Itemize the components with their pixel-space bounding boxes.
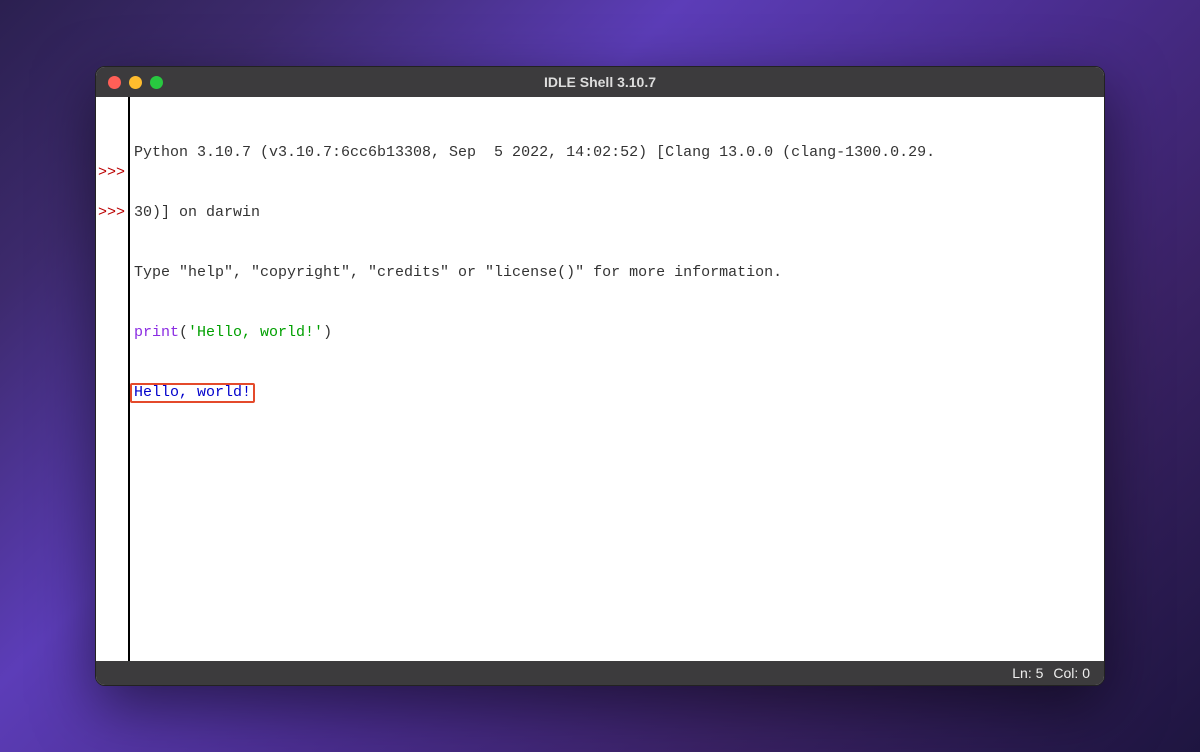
annotation-highlight: Hello, world! (130, 383, 255, 403)
col-indicator: Col: 0 (1053, 665, 1090, 681)
minimize-icon[interactable] (129, 76, 142, 89)
shell-content[interactable]: >>> >>> Python 3.10.7 (v3.10.7:6cc6b1330… (96, 97, 1104, 661)
shell-text-area[interactable]: Python 3.10.7 (v3.10.7:6cc6b13308, Sep 5… (130, 97, 1104, 661)
line-indicator: Ln: 5 (1012, 665, 1043, 681)
cursor-line[interactable] (134, 443, 1100, 463)
statusbar: Ln: 5 Col: 0 (96, 661, 1104, 685)
banner-line: Type "help", "copyright", "credits" or "… (134, 263, 1100, 283)
window-title: IDLE Shell 3.10.7 (96, 74, 1104, 90)
prompt-gutter: >>> >>> (96, 97, 130, 661)
banner-line: 30)] on darwin (134, 203, 1100, 223)
stdout-output: Hello, world! (134, 385, 251, 401)
traffic-lights (96, 76, 163, 89)
titlebar[interactable]: IDLE Shell 3.10.7 (96, 67, 1104, 97)
banner-line: Python 3.10.7 (v3.10.7:6cc6b13308, Sep 5… (134, 143, 1100, 163)
maximize-icon[interactable] (150, 76, 163, 89)
input-line: print('Hello, world!') (134, 323, 1100, 343)
prompt-marker: >>> (96, 203, 128, 223)
close-icon[interactable] (108, 76, 121, 89)
idle-window: IDLE Shell 3.10.7 >>> >>> Python 3.10.7 … (95, 66, 1105, 686)
string-literal: 'Hello, world!' (188, 324, 323, 341)
output-line: Hello, world! (134, 383, 1100, 403)
fn-name: print (134, 324, 179, 341)
prompt-marker: >>> (96, 163, 128, 183)
